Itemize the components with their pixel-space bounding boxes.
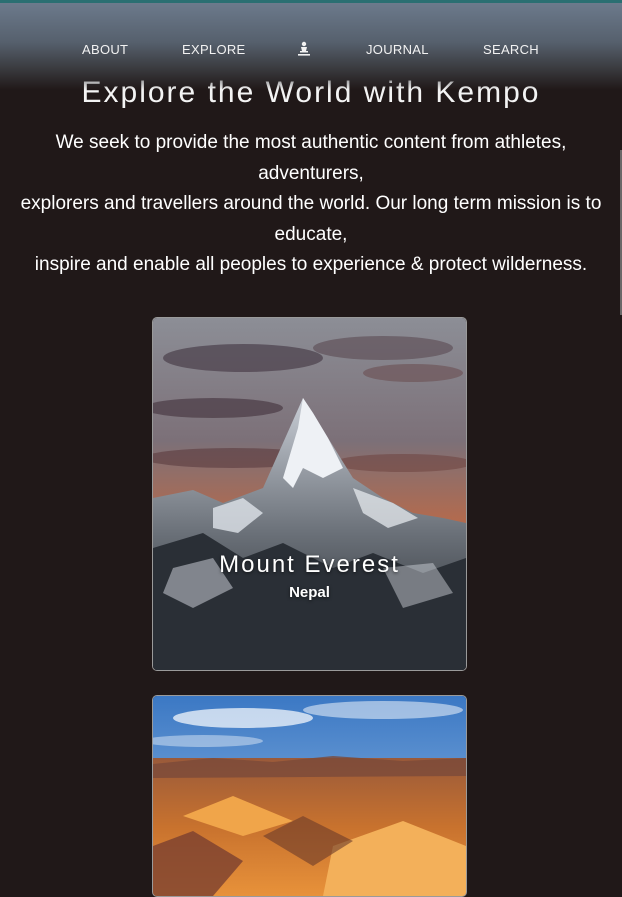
- card-title: Mount Everest: [219, 551, 400, 578]
- destination-card-desert[interactable]: [152, 695, 467, 897]
- card-subtitle: Nepal: [289, 584, 330, 601]
- hero-line: explorers and travellers around the worl…: [20, 193, 602, 214]
- hero-line: We seek to provide the most authentic co…: [55, 132, 567, 153]
- nav-search-link[interactable]: SEARCH: [483, 42, 539, 57]
- desert-image: [153, 696, 466, 896]
- hero-line: inspire and enable all peoples to experi…: [34, 254, 588, 275]
- hero-line: educate,: [274, 223, 348, 245]
- hero-description: We seek to provide the most authentic co…: [0, 128, 622, 281]
- nav-about-link[interactable]: ABOUT: [82, 42, 128, 57]
- nav-journal-link[interactable]: JOURNAL: [366, 42, 429, 57]
- top-navigation: ABOUT EXPLORE JOURNAL SEARCH: [0, 3, 622, 90]
- hero-line: adventurers,: [258, 162, 364, 184]
- destination-card-everest[interactable]: Mount Everest Nepal: [152, 317, 467, 671]
- mountain-image: [153, 318, 466, 670]
- nav-explore-link[interactable]: EXPLORE: [182, 42, 246, 57]
- hiker-logo-icon[interactable]: [296, 41, 312, 57]
